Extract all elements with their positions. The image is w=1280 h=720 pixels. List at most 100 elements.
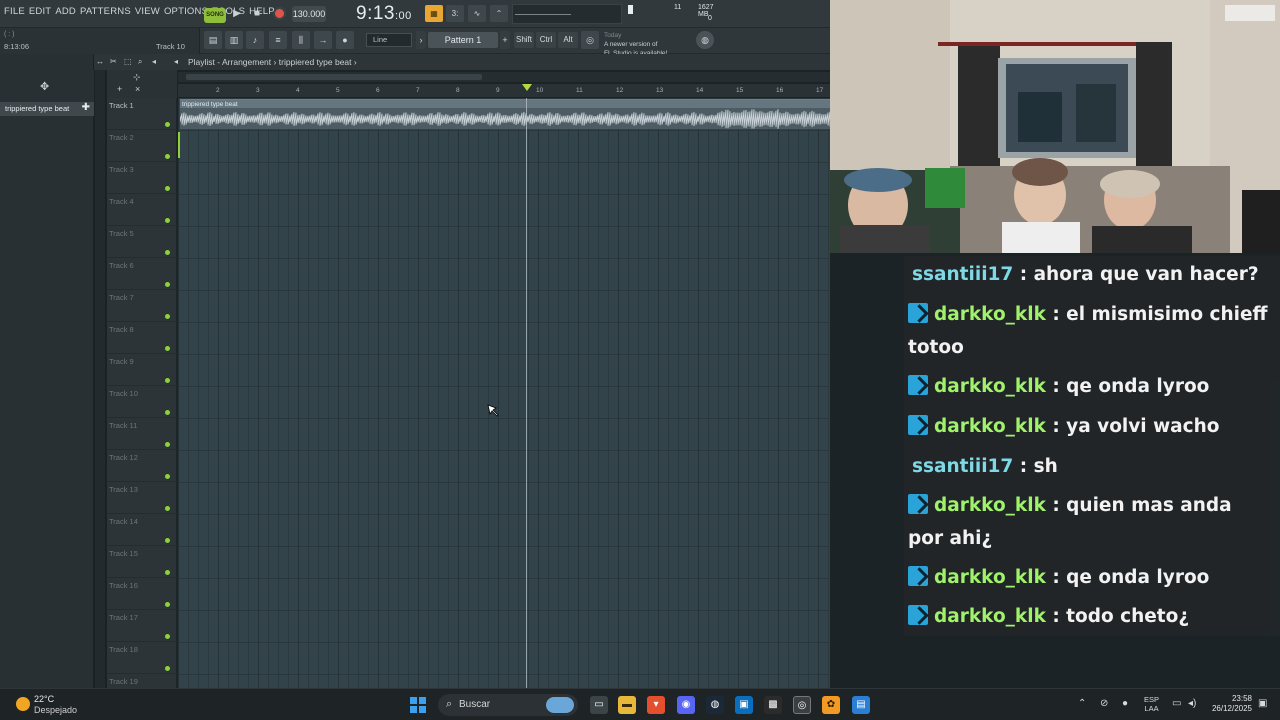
pattern-picker-item[interactable]: trippiered type beat ✚ (0, 102, 94, 116)
track-mute-led[interactable] (165, 570, 170, 575)
track-header[interactable]: Track 14 (107, 514, 177, 546)
playback-tool-icon[interactable]: ◂ (152, 57, 156, 66)
microphone-tray-icon[interactable]: ● (1122, 698, 1128, 709)
track-mute-led[interactable] (165, 506, 170, 511)
track-mute-led[interactable] (165, 538, 170, 543)
track-header[interactable]: Track 11 (107, 418, 177, 450)
snap-select[interactable]: Line (366, 33, 412, 47)
tempo-display[interactable]: 130.000 (292, 6, 326, 22)
track-header[interactable]: Track 6 (107, 258, 177, 290)
track-mute-led[interactable] (165, 410, 170, 415)
stop-icon[interactable]: ■ (248, 6, 266, 22)
clock[interactable]: 23:58 26/12/2025 (1206, 694, 1252, 714)
track-mute-led[interactable] (165, 154, 170, 159)
track-header[interactable]: Track 16 (107, 578, 177, 610)
blend-notes-icon[interactable]: ⌃ (490, 5, 508, 22)
slip-tool-icon[interactable]: ↔ (96, 57, 104, 66)
track-header[interactable]: Track 12 (107, 450, 177, 482)
horizontal-scrollbar[interactable] (178, 72, 830, 82)
scroll-thumb[interactable] (186, 74, 482, 80)
track-header[interactable]: Track 8 (107, 322, 177, 354)
step-edit-icon[interactable]: ∿ (468, 5, 486, 22)
network-off-icon[interactable]: ⊘ (1100, 698, 1108, 709)
pattern-add-icon[interactable]: + (500, 31, 510, 49)
file-explorer-icon[interactable]: ▬ (618, 696, 636, 714)
track-header[interactable]: Track 5 (107, 226, 177, 258)
menu-item-view[interactable]: VIEW (135, 6, 160, 17)
slice-tool-icon[interactable]: ✂ (110, 57, 117, 66)
tools-icon[interactable]: ⊹ (133, 72, 141, 83)
song-position-marker[interactable] (522, 84, 532, 91)
track-header[interactable]: Track 7 (107, 290, 177, 322)
capcut-icon[interactable]: ▩ (764, 696, 782, 714)
plugin-picker-icon[interactable]: → (314, 31, 332, 49)
move-icon[interactable]: ✥ (40, 80, 49, 93)
countdown-icon[interactable]: 3: (446, 5, 464, 22)
playlist-icon[interactable]: ▤ (204, 31, 222, 49)
mixer-icon[interactable]: ≡ (269, 31, 287, 49)
task-view-icon[interactable]: ▭ (590, 696, 608, 714)
microphone-icon[interactable]: ● (336, 31, 354, 49)
menu-item-patterns[interactable]: PATTERNS (80, 6, 131, 17)
update-icon[interactable]: ◍ (696, 31, 714, 49)
news-icon[interactable]: ◎ (581, 31, 599, 49)
track-mute-led[interactable] (165, 282, 170, 287)
playlist-arrow-icon[interactable]: ◂ (174, 57, 178, 66)
menu-item-add[interactable]: ADD (55, 6, 76, 17)
track-mute-led[interactable] (165, 314, 170, 319)
track-header[interactable]: Track 10 (107, 386, 177, 418)
piano-roll-icon[interactable]: ♪ (246, 31, 264, 49)
playhead[interactable] (526, 98, 527, 688)
steam-icon[interactable]: ◍ (706, 696, 724, 714)
discord-icon[interactable]: ◉ (677, 696, 695, 714)
obs-icon[interactable]: ◎ (793, 696, 811, 714)
weather-sun-icon[interactable] (16, 697, 30, 711)
track-mute-led[interactable] (165, 602, 170, 607)
volume-icon[interactable]: ◂) (1188, 698, 1196, 709)
pattern-select[interactable]: Pattern 1 (428, 32, 498, 48)
weather-condition[interactable]: Despejado (34, 705, 77, 715)
track-header[interactable]: Track 3 (107, 162, 177, 194)
track-mute-led[interactable] (165, 250, 170, 255)
typing-keyboard-icon[interactable]: ▦ (425, 5, 443, 22)
track-header[interactable]: Track 4 (107, 194, 177, 226)
vertical-scrollbar[interactable] (95, 70, 106, 688)
track-header[interactable]: Track 18 (107, 642, 177, 674)
track-mute-led[interactable] (165, 122, 170, 127)
brave-icon[interactable]: ▾ (647, 696, 665, 714)
notepad-icon[interactable]: ▤ (852, 696, 870, 714)
audio-clip[interactable]: trippiered type beat (180, 99, 830, 129)
fl-studio-icon[interactable]: ✿ (822, 696, 840, 714)
notification-icon[interactable]: ▣ (1258, 698, 1267, 709)
add-track-icon[interactable]: + (117, 84, 122, 94)
store-icon[interactable]: ▣ (735, 696, 753, 714)
browser-icon[interactable]: ⫼ (292, 31, 310, 49)
track-header[interactable]: Track 13 (107, 482, 177, 514)
track-header[interactable]: Track 9 (107, 354, 177, 386)
track-mute-led[interactable] (165, 186, 170, 191)
track-mute-led[interactable] (165, 346, 170, 351)
track-header[interactable]: Track 1 (107, 98, 177, 130)
playlist-grid[interactable]: trippiered type beat (178, 98, 830, 688)
menu-item-edit[interactable]: EDIT (29, 6, 51, 17)
channel-rack-icon[interactable]: ▥ (225, 31, 243, 49)
tray-chevron-icon[interactable]: ⌃ (1078, 698, 1086, 709)
play-icon[interactable]: ▶ (228, 6, 246, 22)
track-mute-led[interactable] (165, 378, 170, 383)
song-mode-button[interactable]: SONG (204, 8, 226, 23)
menu-item-file[interactable]: FILE (4, 6, 25, 17)
track-header[interactable]: Track 17 (107, 610, 177, 642)
shift-key[interactable]: Shift (514, 32, 534, 48)
track-header[interactable]: Track 2 (107, 130, 177, 162)
zoom-tool-icon[interactable]: ⌕ (138, 57, 142, 67)
track-mute-led[interactable] (165, 442, 170, 447)
track-mute-led[interactable] (165, 666, 170, 671)
language-indicator[interactable]: ESP LAA (1144, 695, 1159, 713)
snap-arrow-icon[interactable]: › (416, 31, 426, 49)
track-mute-led[interactable] (165, 218, 170, 223)
record-button[interactable] (273, 7, 286, 20)
ctrl-key[interactable]: Ctrl (536, 32, 556, 48)
track-header[interactable]: Track 15 (107, 546, 177, 578)
alt-key[interactable]: Alt (558, 32, 578, 48)
timeline-ruler[interactable]: 2 3 4 5 6 7 8 9 10 11 12 13 14 15 16 17 (178, 84, 830, 98)
